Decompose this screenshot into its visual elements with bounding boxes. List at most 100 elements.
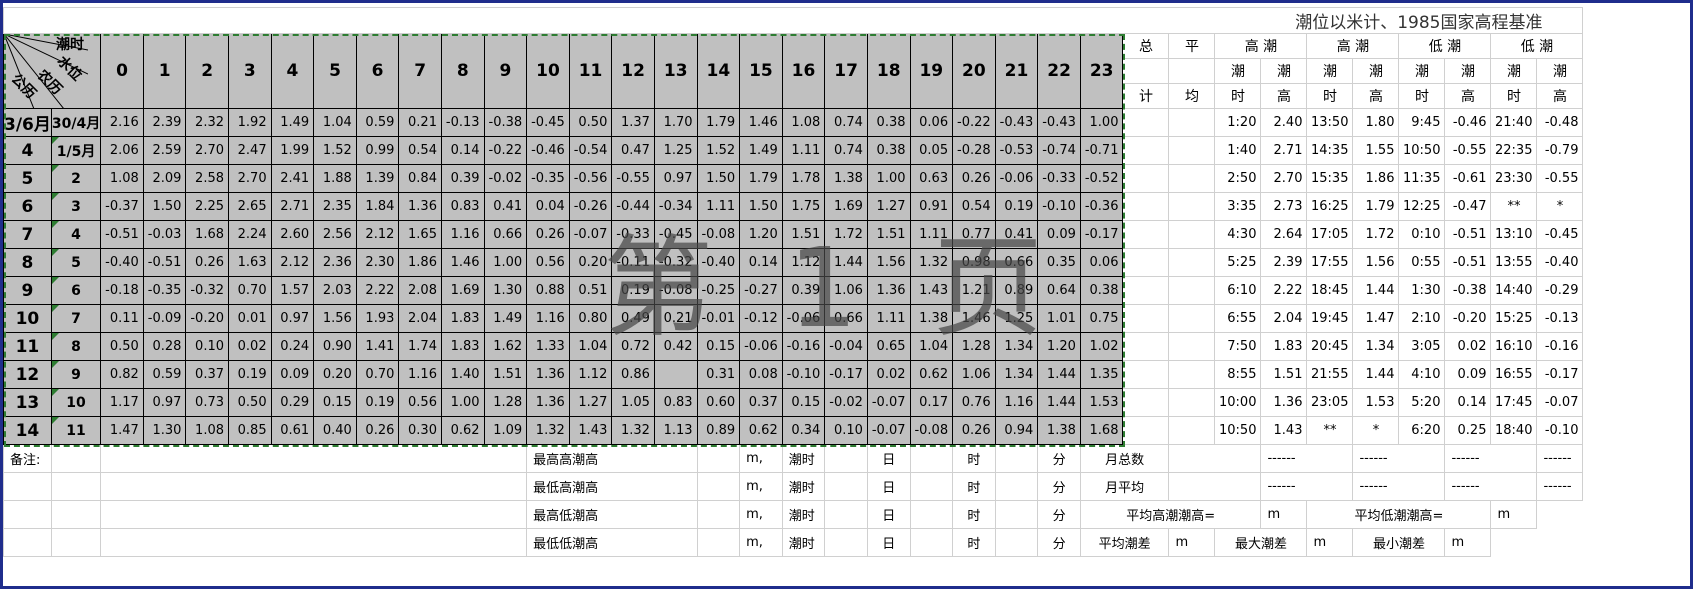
hour-header[interactable]: 22 (1037, 33, 1081, 109)
hourly-level-cell[interactable]: 0.40 (313, 416, 357, 445)
hourly-level-cell[interactable]: 1.41 (355, 332, 400, 361)
hour-header[interactable]: 21 (994, 33, 1039, 109)
hour-label[interactable]: 时 (952, 472, 996, 501)
hourly-level-cell[interactable]: 1.11 (696, 192, 741, 221)
tide-value-cell[interactable]: 11:35 (1398, 164, 1446, 193)
tide-subheader[interactable]: 时 (1214, 83, 1262, 109)
hourly-level-cell[interactable]: 1.38 (1037, 416, 1081, 445)
hourly-level-cell[interactable]: 1.11 (909, 220, 954, 249)
hourly-level-cell[interactable]: 0.17 (909, 388, 954, 417)
hourly-level-cell[interactable]: 0.26 (526, 220, 570, 249)
hourly-level-cell[interactable]: 1.11 (866, 304, 911, 333)
hourly-level-cell[interactable]: 0.82 (100, 360, 144, 389)
tide-value-cell[interactable]: 12:25 (1398, 192, 1446, 221)
tide-value-cell[interactable]: -0.20 (1444, 304, 1492, 333)
hour-header[interactable]: 18 (866, 33, 911, 109)
tide-value-cell[interactable]: 21:40 (1490, 108, 1538, 137)
avg-high-tide-label[interactable]: 平均高潮潮高= (1079, 500, 1262, 529)
minute-label[interactable]: 分 (1037, 528, 1081, 557)
hourly-level-cell[interactable]: 1.44 (824, 248, 868, 277)
hourly-level-cell[interactable]: 1.78 (781, 164, 826, 193)
hourly-level-cell[interactable]: 0.97 (653, 164, 698, 193)
hourly-level-cell[interactable]: 1.16 (526, 304, 570, 333)
tide-subheader[interactable]: 潮 (1352, 58, 1400, 84)
hourly-level-cell[interactable]: 1.38 (824, 164, 868, 193)
hourly-level-cell[interactable]: 1.84 (355, 192, 400, 221)
remark-area[interactable] (100, 500, 528, 529)
hourly-level-cell[interactable]: 1.08 (185, 416, 229, 445)
tide-value-cell[interactable]: 20:45 (1306, 332, 1354, 361)
hourly-level-cell[interactable]: 0.49 (611, 304, 655, 333)
hourly-level-cell[interactable]: 1.06 (952, 360, 996, 389)
hourly-level-cell[interactable]: -0.04 (824, 332, 868, 361)
total-cell[interactable] (1122, 136, 1170, 165)
hourly-level-cell[interactable]: 1.39 (355, 164, 400, 193)
hourly-level-cell[interactable]: 0.74 (824, 108, 868, 137)
tide-value-cell[interactable]: 2.73 (1260, 192, 1308, 221)
hourly-level-cell[interactable]: 0.97 (142, 388, 187, 417)
average-cell[interactable] (1168, 332, 1216, 361)
hourly-level-cell[interactable]: 1.00 (440, 388, 485, 417)
hourly-level-cell[interactable]: 1.05 (611, 388, 655, 417)
tide-value-cell[interactable]: -0.10 (1536, 416, 1584, 445)
hourly-level-cell[interactable]: 0.56 (398, 388, 442, 417)
hourly-level-cell[interactable]: 0.19 (611, 276, 655, 305)
hourly-level-cell[interactable]: 1.56 (866, 248, 911, 277)
high-tide-group-header[interactable]: 高 潮 (1306, 33, 1400, 59)
hourly-level-cell[interactable]: -0.02 (824, 388, 868, 417)
hourly-level-cell[interactable]: 1.52 (696, 136, 741, 165)
hourly-level-cell[interactable]: 1.44 (1037, 360, 1081, 389)
hourly-level-cell[interactable]: 0.80 (568, 304, 613, 333)
tide-value-cell[interactable]: -0.45 (1536, 220, 1584, 249)
tide-value-cell[interactable]: 16:10 (1490, 332, 1538, 361)
lunar-date-cell[interactable]: 30/4月 (50, 108, 102, 137)
low-tide-group-header[interactable]: 低 潮 (1490, 33, 1584, 59)
stat-label[interactable]: 最低低潮高 (526, 528, 698, 557)
minute-label[interactable]: 分 (1037, 444, 1081, 473)
tide-value-cell[interactable]: 17:45 (1490, 388, 1538, 417)
hourly-level-cell[interactable]: 0.59 (142, 360, 187, 389)
low-tide-group-header[interactable]: 低 潮 (1398, 33, 1492, 59)
hour-header[interactable]: 4 (270, 33, 315, 109)
hourly-level-cell[interactable]: 0.37 (739, 388, 783, 417)
hourly-level-cell[interactable]: 0.26 (185, 248, 229, 277)
hourly-level-cell[interactable]: 1.00 (1079, 108, 1124, 137)
tide-value-cell[interactable]: 18:45 (1306, 276, 1354, 305)
hourly-level-cell[interactable]: 1.50 (739, 192, 783, 221)
average-cell[interactable] (1168, 360, 1216, 389)
hourly-level-cell[interactable]: 1.04 (568, 332, 613, 361)
hourly-level-cell[interactable]: 0.38 (1079, 276, 1124, 305)
hourly-level-cell[interactable]: 1.72 (824, 220, 868, 249)
hourly-level-cell[interactable]: 0.54 (398, 136, 442, 165)
tide-value-cell[interactable]: 23:30 (1490, 164, 1538, 193)
hourly-level-cell[interactable]: 0.50 (100, 332, 144, 361)
hourly-level-cell[interactable]: 1.36 (398, 192, 442, 221)
hourly-level-cell[interactable]: -0.17 (824, 360, 868, 389)
average-cell[interactable] (1168, 220, 1216, 249)
hourly-level-cell[interactable]: 1.52 (313, 136, 357, 165)
day-label[interactable]: 日 (866, 528, 911, 557)
lunar-date-cell[interactable]: 4 (50, 220, 102, 249)
total-cell[interactable] (1122, 388, 1170, 417)
remark-area[interactable] (100, 528, 528, 557)
solar-date-cell[interactable]: 14 (3, 416, 52, 445)
tide-value-cell[interactable]: * (1536, 192, 1584, 221)
hourly-level-cell[interactable]: 0.62 (440, 416, 485, 445)
hourly-level-cell[interactable]: -0.44 (611, 192, 655, 221)
hourly-level-cell[interactable]: 1.27 (568, 388, 613, 417)
hourly-level-cell[interactable]: 1.63 (228, 248, 272, 277)
blank-cell[interactable] (994, 500, 1039, 529)
tide-subheader[interactable]: 潮 (1536, 58, 1584, 84)
hourly-level-cell[interactable]: 1.83 (440, 304, 485, 333)
hourly-level-cell[interactable]: 0.66 (824, 304, 868, 333)
hourly-level-cell[interactable]: 1.13 (653, 416, 698, 445)
blank-cell[interactable] (696, 472, 741, 501)
hourly-level-cell[interactable]: 2.09 (142, 164, 187, 193)
tide-value-cell[interactable]: 2.22 (1260, 276, 1308, 305)
hourly-level-cell[interactable]: -0.17 (1079, 220, 1124, 249)
hourly-level-cell[interactable]: 0.19 (228, 360, 272, 389)
hourly-level-cell[interactable]: 0.09 (1037, 220, 1081, 249)
hourly-level-cell[interactable]: 1.30 (142, 416, 187, 445)
blank-cell[interactable] (824, 528, 868, 557)
tide-value-cell[interactable]: 1.79 (1352, 192, 1400, 221)
